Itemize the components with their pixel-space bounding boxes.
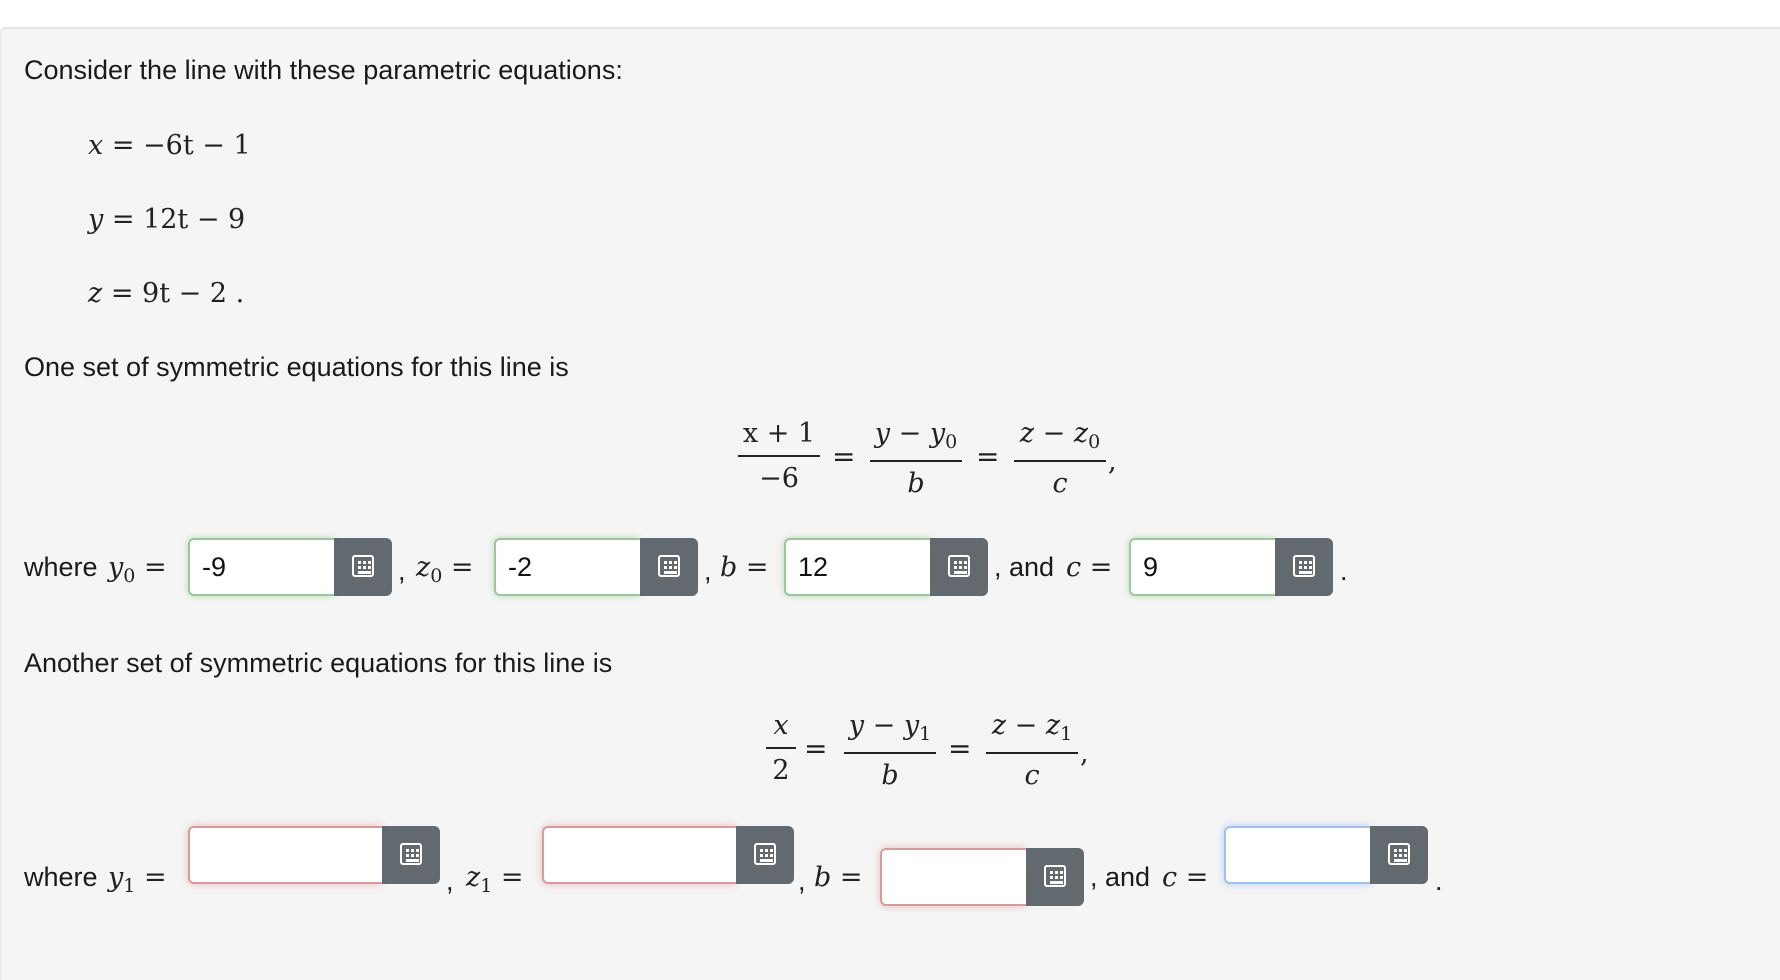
comma: , [398, 556, 406, 586]
y1-keyboard-button[interactable] [382, 826, 440, 884]
set2-b-var: b = [814, 862, 863, 893]
set2-c-var: c = [1162, 862, 1209, 893]
set1-b-answer [784, 538, 988, 596]
set1-heading: One set of symmetric equations for this … [24, 352, 569, 382]
set1-y0-answer [188, 538, 392, 596]
set1-c-var: c = [1066, 552, 1113, 583]
set1-where-label: where [24, 552, 98, 582]
set1-fraction-z: z − z0 c [1014, 420, 1106, 497]
set1-equals-2: = [976, 440, 1000, 473]
set2-z1-var: z1 = [466, 862, 524, 897]
set2-and-label: , and [1090, 862, 1151, 892]
set1-and-label: , and [994, 552, 1055, 582]
b-keyboard-button[interactable] [930, 538, 988, 596]
set2-heading: Another set of symmetric equations for t… [24, 648, 613, 678]
c-input[interactable] [1129, 538, 1275, 596]
c-keyboard-button[interactable] [1370, 826, 1428, 884]
z0-keyboard-button[interactable] [640, 538, 698, 596]
c-keyboard-button[interactable] [1275, 538, 1333, 596]
set1-equals-1: = [832, 440, 856, 473]
param-eq-x: x = −6t − 1 [88, 130, 251, 161]
set1-z0-answer [494, 538, 698, 596]
z1-input[interactable] [542, 826, 736, 884]
b-keyboard-button[interactable] [1026, 848, 1084, 906]
set1-b-var: b = [720, 552, 769, 583]
set2-trailing-comma: , [1080, 738, 1089, 769]
set2-fraction-z: z − z1 c [986, 712, 1078, 789]
set2-y1-var: y1 = [108, 862, 167, 897]
keyboard-icon [948, 555, 970, 577]
set1-trailing-comma: , [1108, 446, 1117, 477]
comma: , [446, 866, 454, 896]
set2-b-answer [880, 848, 1084, 906]
set2-equals-2: = [948, 732, 972, 765]
param-eq-z: z = 9t − 2 . [88, 278, 245, 309]
set2-equals-1: = [804, 732, 828, 765]
set1-fraction-x: x + 1 −6 [738, 420, 820, 492]
c-input[interactable] [1224, 826, 1370, 884]
keyboard-icon [1293, 555, 1315, 577]
set2-c-answer [1224, 826, 1428, 884]
b-input[interactable] [880, 848, 1026, 906]
z1-keyboard-button[interactable] [736, 826, 794, 884]
param-eq-y: y = 12t − 9 [88, 204, 246, 235]
keyboard-icon [352, 555, 374, 577]
keyboard-icon [754, 843, 776, 865]
y1-input[interactable] [188, 826, 382, 884]
set1-y0-var: y0 = [108, 552, 167, 587]
set2-z1-answer [542, 826, 794, 884]
keyboard-icon [1044, 865, 1066, 887]
intro-text: Consider the line with these parametric … [24, 55, 623, 85]
y0-input[interactable] [188, 538, 334, 596]
keyboard-icon [400, 843, 422, 865]
period: . [1340, 556, 1348, 586]
set2-y1-answer [188, 826, 440, 884]
set1-z0-var: z0 = [416, 552, 474, 587]
set2-where-label: where [24, 862, 98, 892]
set1-fraction-y: y − y0 b [870, 420, 962, 497]
period: . [1435, 866, 1443, 896]
y0-keyboard-button[interactable] [334, 538, 392, 596]
comma: , [704, 556, 712, 586]
set1-c-answer [1129, 538, 1333, 596]
comma: , [798, 866, 806, 896]
set2-fraction-y: y − y1 b [844, 712, 936, 789]
keyboard-icon [1388, 843, 1410, 865]
z0-input[interactable] [494, 538, 640, 596]
set2-fraction-x: x2 [766, 712, 796, 784]
keyboard-icon [658, 555, 680, 577]
b-input[interactable] [784, 538, 930, 596]
